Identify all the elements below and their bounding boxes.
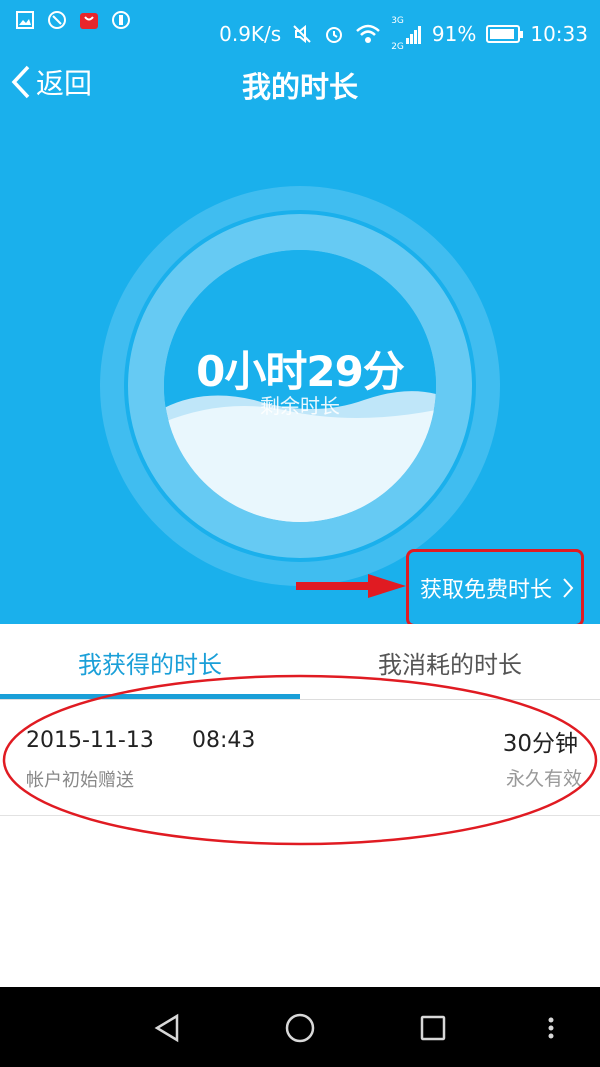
record-validity: 永久有效	[505, 768, 582, 790]
record-source: 帐户初始赠送	[26, 770, 134, 791]
tab-bar: 我获得的时长 我消耗的时长	[0, 624, 600, 700]
red-arrow-annotation	[296, 574, 406, 598]
chevron-right-icon	[563, 578, 574, 598]
tab-earned-time[interactable]: 我获得的时长	[0, 624, 300, 700]
app-icon	[46, 9, 68, 31]
record-date: 2015-11-13	[26, 728, 154, 753]
nav-bar: 返回 我的时长	[0, 48, 600, 118]
clock: 10:33	[530, 22, 588, 46]
notification-icon	[110, 9, 132, 31]
remaining-time-label: 剩余时长	[260, 394, 340, 418]
page-title: 我的时长	[241, 70, 358, 104]
triangle-back-icon	[154, 1013, 179, 1043]
record-amount: 30分钟	[502, 731, 578, 757]
record-time: 08:43	[192, 728, 256, 753]
square-recent-icon	[420, 1015, 446, 1041]
status-bar: 0.9K/s 3G 2G 91% 10:33	[0, 0, 600, 52]
battery-percent: 91%	[431, 22, 477, 46]
system-back-button[interactable]	[150, 1011, 184, 1045]
system-nav-bar	[0, 987, 600, 1067]
signal-3g-label: 3G	[391, 16, 404, 26]
get-free-time-button[interactable]: 获取免费时长	[420, 572, 574, 604]
system-menu-button[interactable]	[534, 1011, 568, 1045]
list-item: 2015-11-13 08:43 帐户初始赠送 30分钟 永久有效	[0, 702, 600, 816]
more-vertical-icon	[548, 1017, 554, 1039]
wifi-icon	[356, 24, 381, 43]
battery-level-fill	[490, 29, 515, 39]
mute-icon	[293, 24, 311, 44]
circle-home-icon	[285, 1013, 315, 1043]
system-recent-button[interactable]	[416, 1011, 450, 1045]
tab-active-indicator	[0, 694, 300, 699]
shop-icon	[78, 9, 100, 31]
network-speed: 0.9K/s	[219, 22, 282, 46]
tab-consumed-time[interactable]: 我消耗的时长	[300, 624, 600, 700]
image-icon	[14, 9, 36, 31]
get-free-time-label: 获取免费时长	[420, 578, 553, 603]
alarm-icon	[326, 27, 343, 43]
battery-icon	[486, 25, 524, 43]
system-home-button[interactable]	[283, 1011, 317, 1045]
